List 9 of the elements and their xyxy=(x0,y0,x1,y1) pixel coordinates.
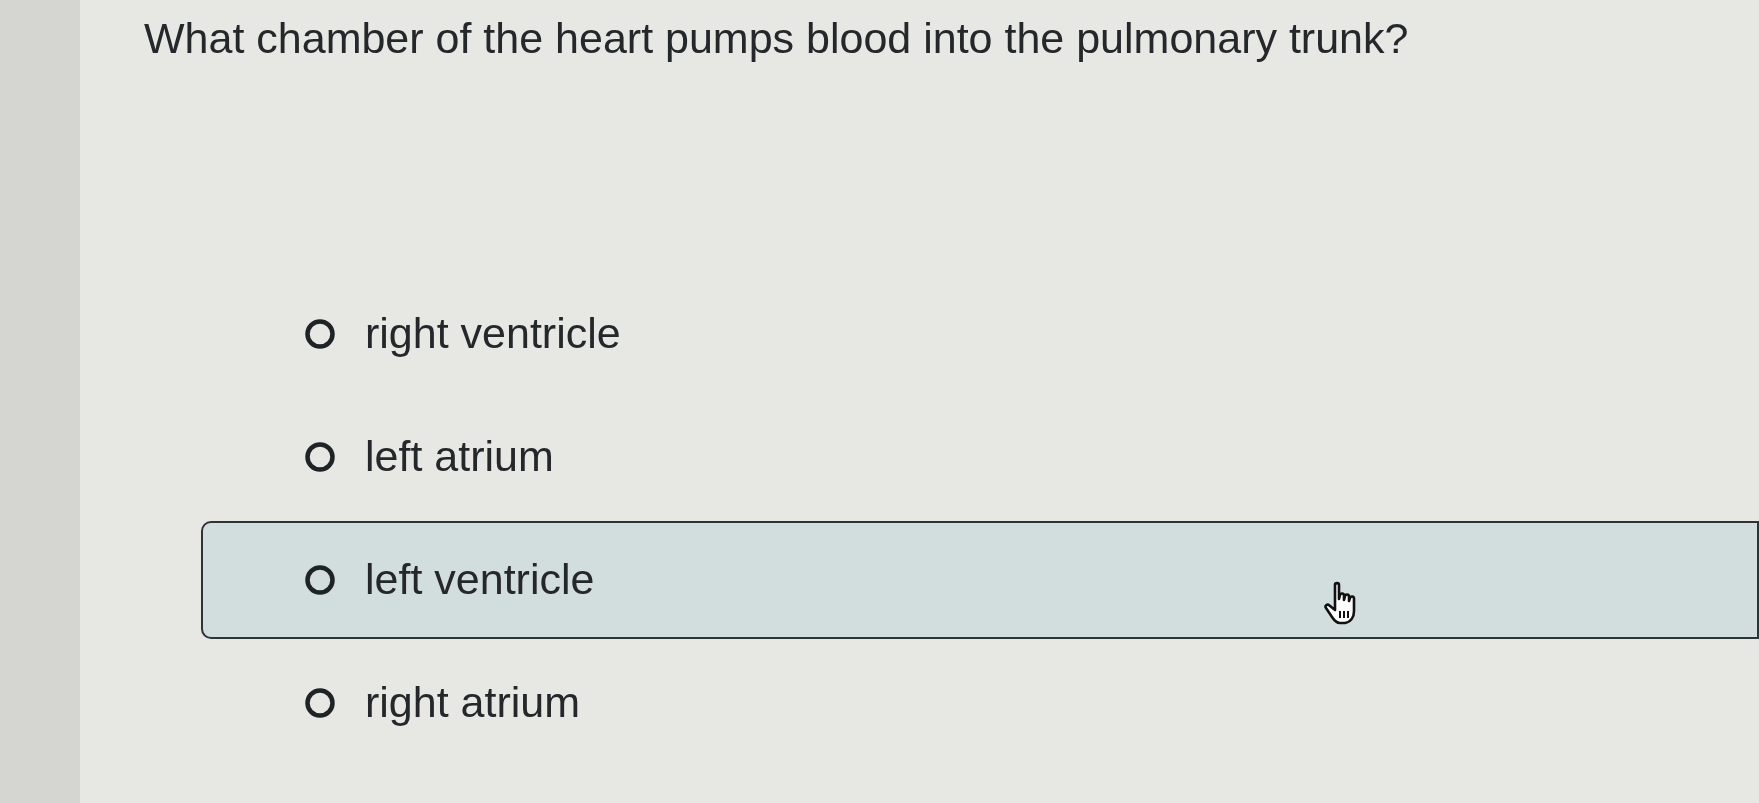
radio-button[interactable] xyxy=(305,687,335,718)
radio-button[interactable] xyxy=(305,564,335,595)
answer-option[interactable]: left atrium xyxy=(305,424,554,489)
radio-button[interactable] xyxy=(305,441,335,472)
answer-option[interactable]: right ventricle xyxy=(305,301,621,366)
question-text: What chamber of the heart pumps blood into the pulmonary trunk? xyxy=(144,13,1409,64)
answer-option[interactable]: left ventricle xyxy=(201,520,1759,639)
radio-button[interactable] xyxy=(305,318,335,349)
answer-option[interactable]: right atrium xyxy=(305,670,581,735)
